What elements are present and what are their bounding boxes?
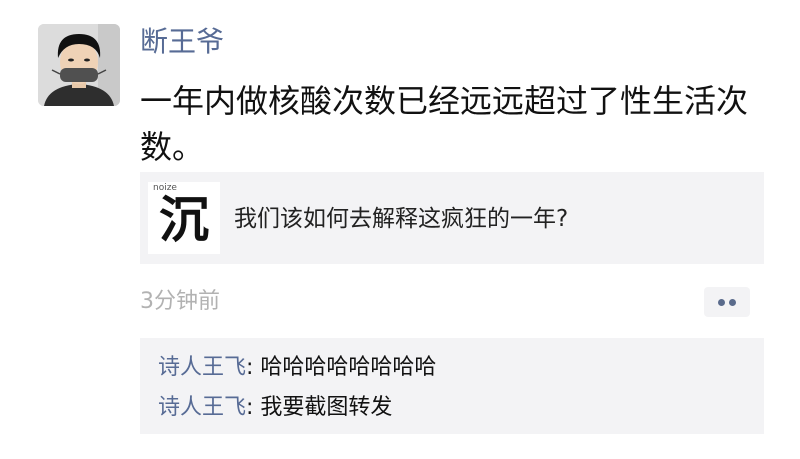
comment-author[interactable]: 诗人王飞 [158, 395, 246, 420]
link-thumbnail: noize 沉 [148, 182, 220, 254]
link-title: 我们该如何去解释这疯狂的一年? [234, 206, 569, 232]
post-timestamp: 3分钟前 [140, 289, 220, 314]
more-button[interactable] [704, 287, 750, 317]
avatar[interactable] [38, 24, 120, 106]
comment-text: 哈哈哈哈哈哈哈哈 [260, 355, 437, 380]
comment-separator: : [246, 355, 261, 380]
comment-text: 我要截图转发 [260, 395, 393, 420]
comment-section: 诗人王飞: 哈哈哈哈哈哈哈哈 诗人王飞: 我要截图转发 [140, 338, 764, 434]
more-dot [729, 299, 736, 306]
post-username[interactable]: 断王爷 [140, 24, 224, 60]
post-text: 一年内做核酸次数已经远远超过了性生活次数。 [140, 82, 749, 166]
comment-item[interactable]: 诗人王飞: 哈哈哈哈哈哈哈哈 [158, 353, 436, 383]
comment-separator: : [246, 395, 261, 420]
shared-link-card[interactable]: noize 沉 我们该如何去解释这疯狂的一年? [140, 172, 764, 264]
comment-item[interactable]: 诗人王飞: 我要截图转发 [158, 393, 392, 423]
thumb-character: 沉 [159, 190, 209, 249]
comment-author[interactable]: 诗人王飞 [158, 355, 246, 380]
user-avatar-icon [38, 24, 120, 106]
more-dot [718, 299, 725, 306]
